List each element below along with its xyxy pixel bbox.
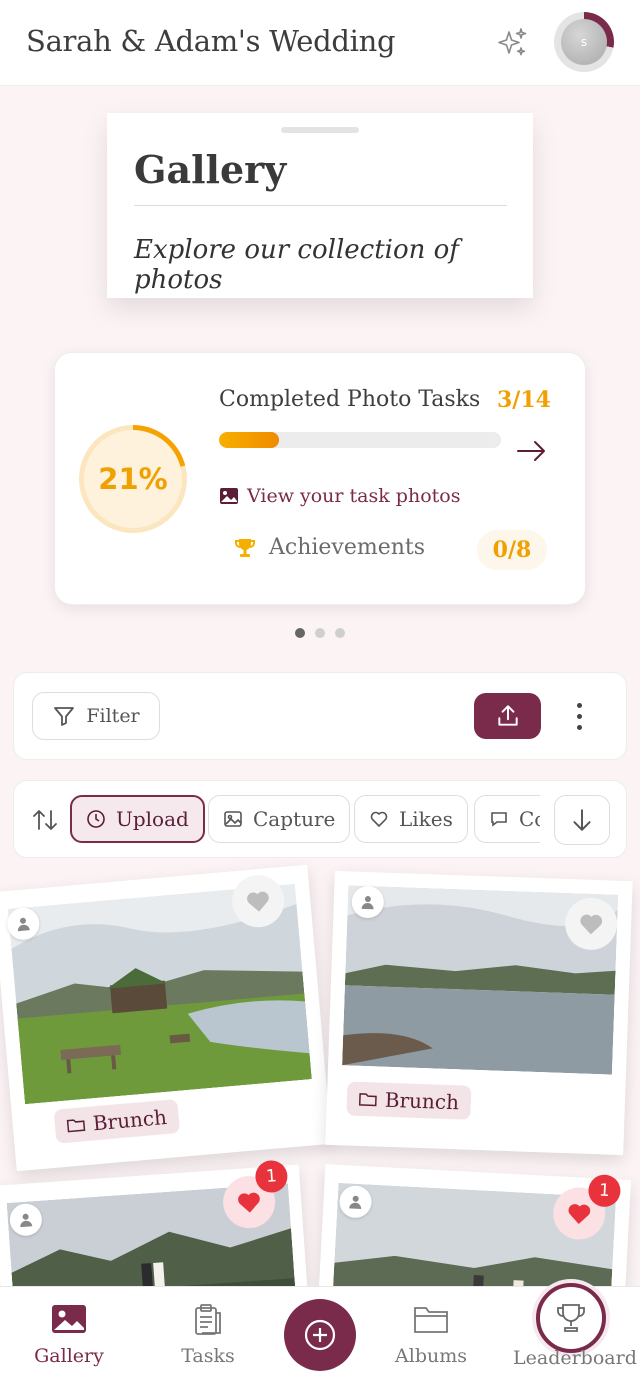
sort-direction-button[interactable] (554, 795, 610, 845)
tasks-label: Completed Photo Tasks (219, 387, 481, 412)
sort-chip-capture[interactable]: Capture (208, 795, 351, 843)
album-tag[interactable]: Brunch (346, 1081, 472, 1120)
drag-handle[interactable] (281, 127, 359, 133)
achievements-label: Achievements (269, 535, 426, 560)
sort-chip-label: Likes (399, 807, 453, 831)
photo-card[interactable]: Brunch (325, 870, 633, 1156)
upload-icon (497, 705, 518, 726)
arrow-right-icon[interactable] (513, 433, 549, 469)
folder-icon (358, 1093, 377, 1107)
folder-icon (414, 1307, 448, 1333)
sort-chip-label: Upload (116, 807, 189, 831)
task-progress-card[interactable]: 21% Completed Photo Tasks 3/14 View your… (54, 352, 586, 605)
sort-chip-label: Capture (253, 807, 336, 831)
sort-bar: Upload Capture Likes Co (13, 780, 627, 858)
upload-button[interactable] (474, 693, 541, 739)
album-tag[interactable]: Brunch (53, 1098, 181, 1144)
filter-button[interactable]: Filter (32, 692, 160, 740)
tasks-count: 3/14 (497, 387, 551, 413)
arrow-down-icon (573, 809, 591, 831)
heart-icon (238, 1192, 260, 1213)
image-icon (224, 811, 242, 827)
carousel-dot[interactable] (315, 628, 325, 638)
sort-chip-comments[interactable]: Co (474, 795, 540, 843)
user-icon (17, 917, 30, 932)
page-title: Gallery (134, 147, 287, 192)
page-subtitle: Explore our collection of photos (134, 235, 459, 295)
sort-swap-icon[interactable] (30, 805, 60, 835)
nav-tasks[interactable]: Tasks (148, 1303, 268, 1367)
view-task-photos-label: View your task photos (247, 485, 461, 507)
user-icon (20, 1213, 33, 1228)
gallery-icon (52, 1305, 86, 1333)
sort-chips: Upload Capture Likes Co (70, 795, 540, 845)
sort-chip-label: Co (519, 807, 540, 831)
top-bar: Sarah & Adam's Wedding s (0, 0, 640, 86)
sort-chip-upload[interactable]: Upload (70, 795, 205, 843)
carousel-dot[interactable] (335, 628, 345, 638)
nav-label: Albums (395, 1345, 467, 1367)
more-vertical-icon[interactable] (564, 695, 594, 737)
nav-label[interactable]: Leaderboard (513, 1347, 637, 1369)
achievements-row[interactable]: Achievements (233, 535, 425, 560)
user-icon (361, 896, 374, 910)
bottom-nav: Gallery Tasks Albums Leaderboard (0, 1283, 640, 1385)
tasks-progress-fill (219, 432, 280, 448)
clock-icon (87, 810, 105, 828)
profile-progress-ring[interactable]: s (554, 12, 614, 72)
add-photo-button[interactable] (284, 1299, 356, 1371)
folder-icon (66, 1119, 86, 1133)
trophy-icon (557, 1304, 585, 1332)
trophy-icon (235, 538, 255, 557)
achievements-count: 0/8 (477, 530, 547, 570)
album-name: Brunch (384, 1087, 460, 1115)
divider (134, 205, 507, 206)
view-task-photos-link[interactable]: View your task photos (219, 485, 460, 507)
heart-icon (568, 1204, 591, 1224)
plus-circle-icon (304, 1319, 336, 1351)
carousel-dots (295, 628, 345, 638)
avatar: s (561, 19, 607, 65)
heart-icon (247, 891, 269, 912)
app-title: Sarah & Adam's Wedding (26, 24, 396, 58)
like-count-badge: 1 (587, 1173, 622, 1208)
sparkles-icon[interactable] (495, 26, 529, 60)
clipboard-icon (195, 1304, 221, 1335)
progress-percent: 21% (84, 430, 182, 528)
carousel-dot[interactable] (295, 628, 305, 638)
nav-label: Gallery (34, 1345, 104, 1367)
image-icon (220, 488, 238, 504)
user-icon (349, 1195, 362, 1210)
nav-albums[interactable]: Albums (371, 1303, 491, 1367)
heart-outline-icon (370, 811, 388, 828)
tasks-progress-bar (219, 432, 501, 448)
heart-icon (580, 914, 603, 935)
gallery-toolbar: Filter (13, 672, 627, 760)
filter-label: Filter (86, 705, 140, 727)
sort-chip-likes[interactable]: Likes (354, 795, 468, 843)
nav-label: Tasks (181, 1345, 235, 1367)
nav-leaderboard-button[interactable] (536, 1283, 606, 1353)
progress-ring: 21% (79, 425, 187, 533)
photo-card[interactable]: Brunch (0, 864, 332, 1172)
comment-icon (491, 812, 507, 827)
nav-gallery[interactable]: Gallery (9, 1303, 129, 1367)
filter-icon (54, 707, 75, 726)
album-name: Brunch (91, 1105, 168, 1136)
gallery-header-card: Gallery Explore our collection of photos (107, 113, 533, 298)
